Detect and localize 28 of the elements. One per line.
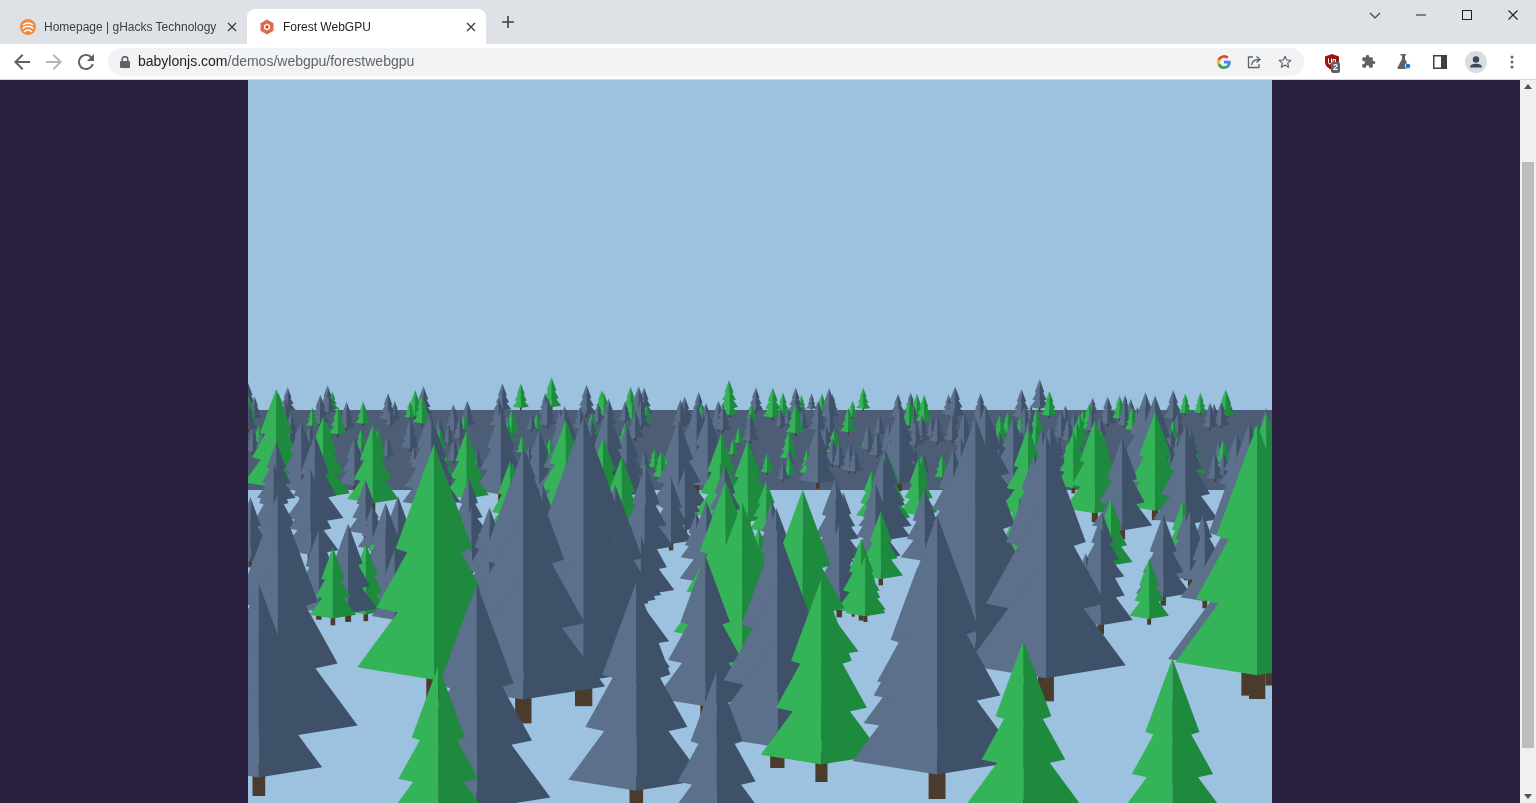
browser-tab[interactable]: Homepage | gHacks Technology (8, 9, 247, 44)
forest-scene-drawing[interactable] (248, 80, 1272, 803)
reload-icon[interactable] (78, 53, 94, 70)
close-icon[interactable] (466, 21, 476, 32)
google-icon[interactable] (1217, 54, 1231, 69)
flask-icon[interactable] (1397, 54, 1411, 69)
maximize-icon[interactable] (1462, 10, 1472, 20)
scrollbar[interactable] (1520, 80, 1536, 803)
tab-search-icon[interactable] (1369, 10, 1381, 20)
address-bar[interactable]: babylonjs.com/demos/webgpu/forestwebgpu (108, 47, 1304, 76)
favicon-icon (259, 18, 275, 35)
back-icon[interactable] (14, 53, 30, 70)
browser-tab[interactable]: Forest WebGPU (247, 9, 486, 44)
menu-icon[interactable] (1510, 54, 1514, 69)
share-icon[interactable] (1247, 54, 1262, 69)
profile-avatar-icon[interactable] (1465, 50, 1487, 73)
scroll-down-icon[interactable] (1524, 794, 1532, 799)
bookmark-star-icon[interactable] (1278, 54, 1292, 69)
new-tab-icon[interactable] (502, 16, 514, 28)
puzzle-piece-icon[interactable] (1360, 54, 1376, 69)
favicon-icon (20, 18, 36, 35)
scroll-up-icon[interactable] (1524, 84, 1532, 89)
close-icon[interactable] (1508, 10, 1518, 20)
scrollbar-thumb[interactable] (1522, 162, 1534, 748)
side-panel-icon[interactable] (1433, 54, 1447, 69)
lock-icon (120, 55, 130, 68)
extension-badge: 2 (1331, 61, 1340, 73)
close-icon[interactable] (227, 21, 237, 32)
